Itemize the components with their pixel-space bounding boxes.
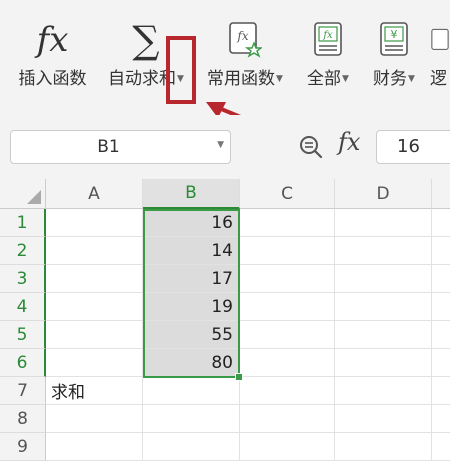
column-header-b[interactable]: B <box>143 179 240 209</box>
cell-a9[interactable] <box>46 433 143 461</box>
column-header-a[interactable]: A <box>46 179 143 209</box>
name-box-value: B1 <box>97 137 120 157</box>
row-header-6[interactable]: 6 <box>0 349 46 377</box>
cell-a1[interactable] <box>46 209 143 237</box>
cell-a6[interactable] <box>46 349 143 377</box>
name-box[interactable]: B1 ▼ <box>10 130 231 164</box>
select-all-corner[interactable] <box>0 179 46 209</box>
cell-b6[interactable]: 80 <box>143 349 240 377</box>
cell-b2[interactable]: 14 <box>143 237 240 265</box>
column-header-c[interactable]: C <box>240 179 335 209</box>
cell-a7[interactable]: 求和 <box>46 377 143 405</box>
cell-b9[interactable] <box>143 433 240 461</box>
cell-b5[interactable]: 55 <box>143 321 240 349</box>
column-e-cells[interactable] <box>432 209 450 461</box>
row-header-4[interactable]: 4 <box>0 293 46 321</box>
row-header-2[interactable]: 2 <box>0 237 46 265</box>
column-header-d[interactable]: D <box>335 179 432 209</box>
row-header-8[interactable]: 8 <box>0 405 46 433</box>
name-box-dropdown-icon[interactable]: ▼ <box>217 140 224 150</box>
select-all-triangle-icon <box>27 190 41 204</box>
fill-handle[interactable] <box>235 373 243 381</box>
cell-b7[interactable] <box>143 377 240 405</box>
column-d-cells[interactable] <box>335 209 432 461</box>
cell-b3[interactable]: 17 <box>143 265 240 293</box>
spreadsheet-grid: A B C D 1 2 3 4 5 6 7 8 9 求和 16 14 17 19… <box>0 179 450 461</box>
cell-b8[interactable] <box>143 405 240 433</box>
column-c-cells[interactable] <box>240 209 335 461</box>
cell-a4[interactable] <box>46 293 143 321</box>
formula-input[interactable]: 16 <box>376 130 450 164</box>
cell-b4[interactable]: 19 <box>143 293 240 321</box>
row-header-9[interactable]: 9 <box>0 433 46 461</box>
cell-a5[interactable] <box>46 321 143 349</box>
cell-a8[interactable] <box>46 405 143 433</box>
zoom-search-icon[interactable] <box>298 134 324 160</box>
fx-formula-icon[interactable]: fx <box>338 128 360 156</box>
row-header-1[interactable]: 1 <box>0 209 46 237</box>
cell-b1[interactable]: 16 <box>143 209 240 237</box>
row-header-5[interactable]: 5 <box>0 321 46 349</box>
row-header-3[interactable]: 3 <box>0 265 46 293</box>
row-header-7[interactable]: 7 <box>0 377 46 405</box>
column-header-e[interactable] <box>432 179 450 209</box>
cell-a3[interactable] <box>46 265 143 293</box>
cell-a2[interactable] <box>46 237 143 265</box>
